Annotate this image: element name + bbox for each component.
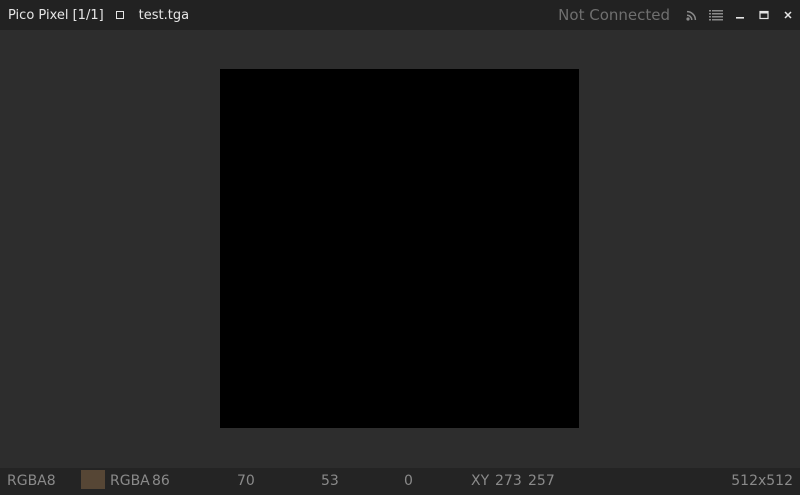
channel-label: RGBA xyxy=(110,473,150,489)
alpha-value: 0 xyxy=(404,473,413,489)
image-dimensions: 512x512 xyxy=(731,473,793,489)
title-bar: Pico Pixel [1/1] test.tga Not Connected xyxy=(0,0,800,30)
xy-label: XY xyxy=(471,473,490,489)
displayed-image[interactable] xyxy=(220,69,579,428)
app-title: Pico Pixel [1/1] xyxy=(8,7,104,23)
connection-status: Not Connected xyxy=(558,6,670,24)
cursor-x: 273 xyxy=(495,473,522,489)
cursor-y: 257 xyxy=(528,473,555,489)
status-bar: RGBA8 RGBA 86 70 53 0 XY 273 257 512x512 xyxy=(0,468,800,495)
green-value: 70 xyxy=(237,473,255,489)
tab-label[interactable]: test.tga xyxy=(139,8,189,23)
image-tab[interactable]: test.tga xyxy=(115,8,189,23)
blue-value: 53 xyxy=(321,473,339,489)
image-viewport[interactable] xyxy=(8,30,800,468)
rss-icon[interactable] xyxy=(680,0,704,30)
title-bar-controls: Not Connected xyxy=(558,0,800,30)
red-value: 86 xyxy=(152,473,170,489)
list-icon[interactable] xyxy=(704,0,728,30)
pixel-format: RGBA8 xyxy=(7,473,56,489)
minimize-icon[interactable] xyxy=(728,0,752,30)
close-icon[interactable] xyxy=(776,0,800,30)
maximize-icon[interactable] xyxy=(752,0,776,30)
tab-square-icon[interactable] xyxy=(115,11,124,19)
pixel-color-swatch xyxy=(81,470,105,489)
